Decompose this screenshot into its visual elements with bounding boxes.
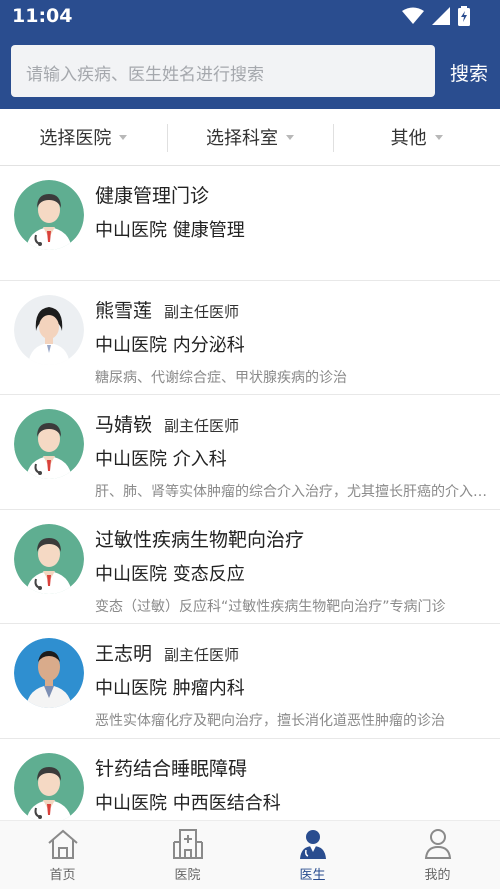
doctor-avatar-icon <box>14 409 84 479</box>
doctor-item[interactable]: 过敏性疾病生物靶向治疗 中山医院 变态反应 变态（过敏）反应科“过敏性疾病生物靶… <box>0 510 500 624</box>
tab-hospital[interactable]: 医院 <box>125 821 250 889</box>
battery-icon <box>458 6 470 26</box>
filter-hospital[interactable]: 选择医院 <box>0 109 167 165</box>
doctor-item[interactable]: 健康管理门诊 中山医院 健康管理 <box>0 166 500 281</box>
doctor-desc: 肝、肺、肾等实体肿瘤的综合介入治疗，尤其擅长肝癌的介入治疗 <box>95 484 488 500</box>
doctor-dept: 中山医院 内分泌科 <box>95 334 245 356</box>
doctor-dept: 中山医院 健康管理 <box>95 220 245 241</box>
tab-mine[interactable]: 我的 <box>375 821 500 889</box>
doctor-name: 马婧嵚 <box>95 414 153 436</box>
doctor-desc: 糖尿病、代谢综合症、甲状腺疾病的诊治 <box>95 369 347 386</box>
doctor-avatar-icon <box>14 523 84 594</box>
doctor-name: 针药结合睡眠障碍 <box>95 757 248 780</box>
filter-label: 其他 <box>390 128 427 149</box>
doctor-title: 副主任医师 <box>164 302 240 321</box>
user-icon <box>424 829 451 859</box>
doctor-icon <box>299 830 326 859</box>
doctor-avatar-icon <box>14 180 84 250</box>
filter-other[interactable]: 其他 <box>333 109 500 165</box>
doctor-desc: 变态（过敏）反应科“过敏性疾病生物靶向治疗”专病门诊 <box>95 598 446 615</box>
tab-label: 我的 <box>424 868 451 883</box>
tab-label: 医生 <box>299 868 326 883</box>
bottom-tab-bar: 首页 医院 医生 我的 <box>0 820 500 889</box>
status-icons <box>402 6 470 26</box>
search-placeholder: 请输入疾病、医生姓名进行搜索 <box>26 65 264 85</box>
tab-label: 首页 <box>49 868 76 883</box>
doctor-item[interactable]: 王志明 副主任医师 中山医院 肿瘤内科 恶性实体瘤化疗及靶向治疗，擅长消化道恶性肿… <box>0 624 500 739</box>
caret-down-icon <box>434 134 443 140</box>
doctor-desc: 恶性实体瘤化疗及靶向治疗，擅长消化道恶性肿瘤的诊治 <box>95 713 445 729</box>
tab-home[interactable]: 首页 <box>0 821 125 889</box>
doctor-avatar-icon <box>14 752 84 820</box>
wifi-icon <box>402 7 424 24</box>
doctor-dept: 中山医院 肿瘤内科 <box>95 678 245 699</box>
doctor-photo-female <box>14 294 84 365</box>
search-button[interactable]: 搜索 <box>450 59 488 86</box>
doctor-item[interactable]: 针药结合睡眠障碍 中山医院 中西医结合科 <box>0 739 500 820</box>
caret-down-icon <box>286 134 294 140</box>
filter-label: 选择科室 <box>206 128 278 149</box>
filter-label: 选择医院 <box>39 128 112 149</box>
status-bar: 11:04 <box>0 0 500 33</box>
signal-icon <box>432 7 450 25</box>
doctor-title: 副主任医师 <box>164 417 240 435</box>
doctor-name: 王志明 <box>95 643 153 665</box>
doctor-dept: 中山医院 中西医结合科 <box>95 792 281 814</box>
filter-department[interactable]: 选择科室 <box>166 109 334 165</box>
doctor-list: 健康管理门诊 中山医院 健康管理 熊雪莲 副主任医师 中山医院 内分泌科 糖尿病、… <box>0 166 500 820</box>
hospital-icon <box>172 829 203 859</box>
tab-label: 医院 <box>174 868 201 883</box>
filter-bar: 选择医院 选择科室 其他 <box>0 109 500 166</box>
status-time: 11:04 <box>12 5 73 27</box>
doctor-name: 熊雪莲 <box>95 299 153 322</box>
search-header: 请输入疾病、医生姓名进行搜索 搜索 <box>0 33 500 109</box>
home-icon <box>47 829 78 859</box>
caret-down-icon <box>119 134 128 140</box>
doctor-item[interactable]: 熊雪莲 副主任医师 中山医院 内分泌科 糖尿病、代谢综合症、甲状腺疾病的诊治 <box>0 281 500 395</box>
doctor-name: 健康管理门诊 <box>95 185 210 207</box>
tab-doctor[interactable]: 医生 <box>250 821 375 889</box>
doctor-dept: 中山医院 变态反应 <box>95 563 245 585</box>
search-input[interactable]: 请输入疾病、医生姓名进行搜索 <box>11 45 435 97</box>
doctor-title: 副主任医师 <box>164 646 240 664</box>
doctor-item[interactable]: 马婧嵚 副主任医师 中山医院 介入科 肝、肺、肾等实体肿瘤的综合介入治疗，尤其擅长… <box>0 395 500 510</box>
doctor-name: 过敏性疾病生物靶向治疗 <box>95 528 305 551</box>
doctor-dept: 中山医院 介入科 <box>95 449 227 470</box>
doctor-photo-male <box>14 638 84 708</box>
